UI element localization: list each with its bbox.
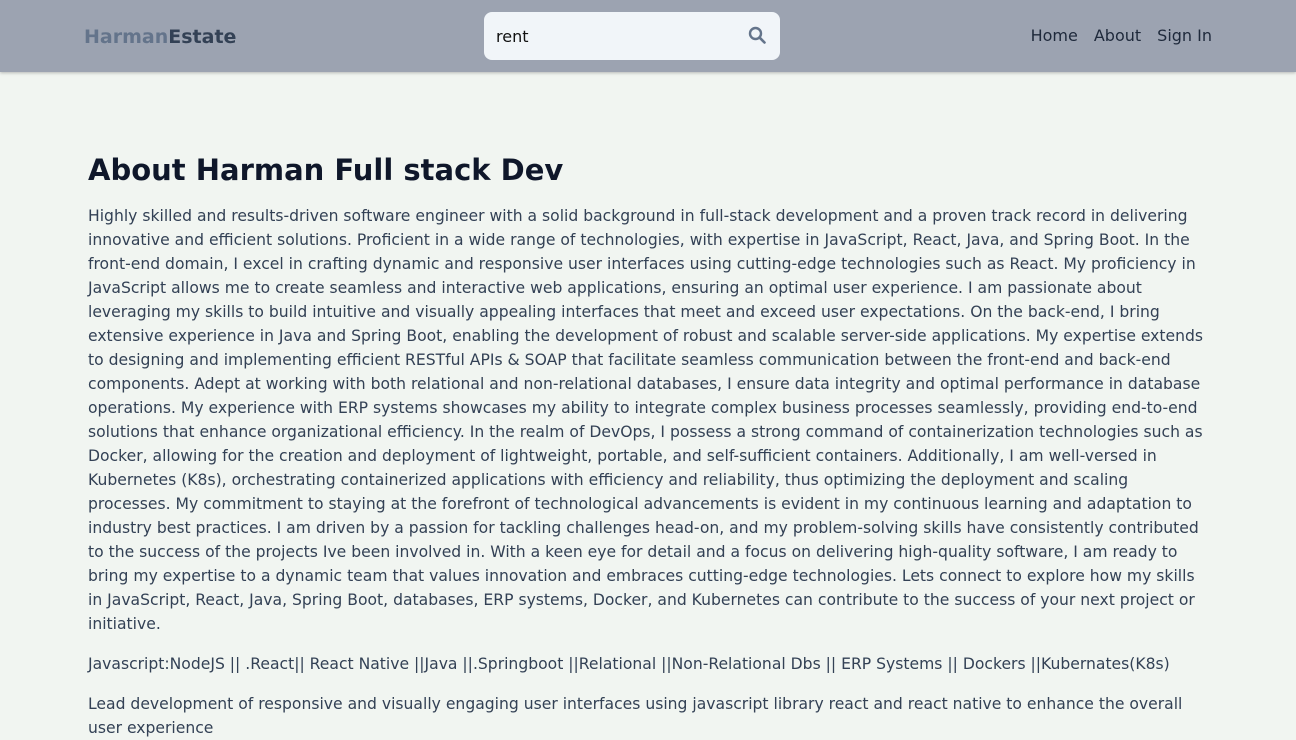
nav-sign-in-link[interactable]: Sign In <box>1157 26 1212 46</box>
main-nav: Home About Sign In <box>1031 26 1212 46</box>
lead-paragraph: Lead development of responsive and visua… <box>88 695 1183 737</box>
site-header: HarmanEstate Home About Sign In <box>0 0 1296 72</box>
bio-paragraph: Highly skilled and results-driven softwa… <box>88 207 1204 633</box>
page-title: About Harman Full stack Dev <box>88 153 564 187</box>
search-form <box>484 12 780 60</box>
logo-part-harman: Harman <box>84 26 169 48</box>
logo-part-estate: Estate <box>168 26 237 48</box>
about-content: About Harman Full stack Dev Highly skill… <box>88 150 1210 740</box>
nav-home-link[interactable]: Home <box>1031 26 1078 46</box>
logo[interactable]: HarmanEstate <box>84 25 236 49</box>
search-input[interactable] <box>496 24 736 48</box>
nav-about-link[interactable]: About <box>1094 26 1141 46</box>
search-icon[interactable] <box>748 26 770 46</box>
